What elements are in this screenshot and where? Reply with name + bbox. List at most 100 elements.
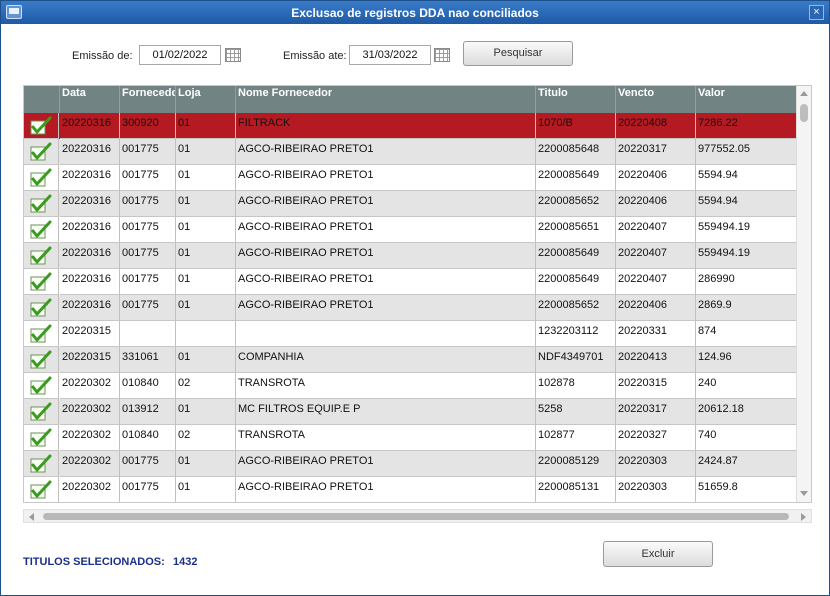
column-header-data[interactable]: Data (60, 86, 120, 113)
cell-fornecedor: 001775 (120, 243, 176, 269)
table-row[interactable]: 20220316 001775 01 AGCO-RIBEIRAO PRETO1 2200… (24, 139, 797, 165)
column-header-titulo[interactable]: Titulo (536, 86, 616, 113)
row-checkbox[interactable] (24, 373, 59, 399)
cell-valor: 874 (696, 321, 797, 347)
row-checkbox[interactable] (24, 295, 59, 321)
cell-fornecedor: 001775 (120, 165, 176, 191)
cell-titulo: 1232203112 (536, 321, 616, 347)
column-header-valor[interactable]: Valor (696, 86, 797, 113)
cell-vencto: 20220406 (616, 165, 696, 191)
table-row[interactable]: 20220316 001775 01 AGCO-RIBEIRAO PRETO1 2200… (24, 269, 797, 295)
scroll-up-icon[interactable] (800, 91, 808, 96)
cell-loja: 01 (176, 113, 236, 139)
cell-titulo: 2200085649 (536, 243, 616, 269)
table-row[interactable]: 20220316 001775 01 AGCO-RIBEIRAO PRETO1 2200… (24, 191, 797, 217)
cell-loja (176, 321, 236, 347)
green-check-icon (30, 272, 52, 291)
horizontal-scroll-thumb[interactable] (43, 513, 789, 520)
table-row[interactable]: 20220302 001775 01 AGCO-RIBEIRAO PRETO1 2200… (24, 477, 797, 502)
table-row[interactable]: 20220316 001775 01 AGCO-RIBEIRAO PRETO1 2200… (24, 217, 797, 243)
delete-button[interactable]: Excluir (603, 541, 713, 567)
cell-nome-fornecedor: COMPANHIA (236, 347, 536, 373)
cell-valor: 124.96 (696, 347, 797, 373)
cell-loja: 01 (176, 243, 236, 269)
column-header-vencto[interactable]: Vencto (616, 86, 696, 113)
cell-titulo: 2200085649 (536, 165, 616, 191)
table-row[interactable]: 20220302 001775 01 AGCO-RIBEIRAO PRETO1 2200… (24, 451, 797, 477)
row-checkbox[interactable] (24, 269, 59, 295)
cell-data: 20220316 (60, 295, 120, 321)
cell-nome-fornecedor: AGCO-RIBEIRAO PRETO1 (236, 295, 536, 321)
row-checkbox[interactable] (24, 243, 59, 269)
row-checkbox[interactable] (24, 477, 59, 502)
table-row[interactable]: 20220302 010840 02 TRANSROTA 102877 20220327 7… (24, 425, 797, 451)
cell-vencto: 20220317 (616, 139, 696, 165)
cell-vencto: 20220303 (616, 477, 696, 502)
cell-data: 20220316 (60, 269, 120, 295)
cell-titulo: 2200085652 (536, 295, 616, 321)
table-row[interactable]: 20220316 001775 01 AGCO-RIBEIRAO PRETO1 2200… (24, 165, 797, 191)
green-check-icon (30, 116, 52, 135)
table-row[interactable]: 20220316 001775 01 AGCO-RIBEIRAO PRETO1 2200… (24, 295, 797, 321)
cell-nome-fornecedor: FILTRACK (236, 113, 536, 139)
row-checkbox[interactable] (24, 425, 59, 451)
header-check-column (24, 86, 60, 113)
table-row[interactable]: 20220302 010840 02 TRANSROTA 102878 20220315 2… (24, 373, 797, 399)
scroll-right-icon[interactable] (801, 513, 806, 521)
title-bar: Exclusao de registros DDA nao conciliado… (1, 1, 829, 24)
selected-titles-label: TITULOS SELECIONADOS: (23, 556, 165, 568)
row-checkbox[interactable] (24, 191, 59, 217)
cell-nome-fornecedor: AGCO-RIBEIRAO PRETO1 (236, 243, 536, 269)
green-check-icon (30, 168, 52, 187)
scroll-down-icon[interactable] (800, 491, 808, 496)
row-checkbox[interactable] (24, 399, 59, 425)
table-row[interactable]: 20220315 1232203112 20220331 874 (24, 321, 797, 347)
emissao-de-field[interactable]: 01/02/2022 (139, 45, 221, 65)
row-checkbox[interactable] (24, 321, 59, 347)
cell-loja: 01 (176, 477, 236, 502)
cell-fornecedor: 001775 (120, 269, 176, 295)
green-check-icon (30, 480, 52, 499)
table-row[interactable]: 20220316 001775 01 AGCO-RIBEIRAO PRETO1 2200… (24, 243, 797, 269)
column-header-fornecedor[interactable]: Fornecedor (120, 86, 176, 113)
cell-titulo: 2200085651 (536, 217, 616, 243)
column-header-loja[interactable]: Loja (176, 86, 236, 113)
calendar-icon[interactable] (225, 48, 241, 62)
green-check-icon (30, 142, 52, 161)
row-checkbox[interactable] (24, 347, 59, 373)
calendar-icon[interactable] (434, 48, 450, 62)
row-checkbox[interactable] (24, 113, 59, 139)
search-button[interactable]: Pesquisar (463, 41, 573, 66)
cell-valor: 5594.94 (696, 191, 797, 217)
row-checkbox[interactable] (24, 217, 59, 243)
cell-data: 20220315 (60, 347, 120, 373)
cell-vencto: 20220407 (616, 269, 696, 295)
cell-vencto: 20220406 (616, 295, 696, 321)
cell-data: 20220316 (60, 191, 120, 217)
cell-nome-fornecedor: TRANSROTA (236, 425, 536, 451)
cell-data: 20220302 (60, 399, 120, 425)
cell-fornecedor: 001775 (120, 451, 176, 477)
horizontal-scrollbar[interactable] (23, 509, 812, 523)
cell-vencto: 20220406 (616, 191, 696, 217)
cell-vencto: 20220407 (616, 217, 696, 243)
cell-valor: 5594.94 (696, 165, 797, 191)
cell-data: 20220316 (60, 139, 120, 165)
cell-data: 20220316 (60, 217, 120, 243)
row-checkbox[interactable] (24, 451, 59, 477)
vertical-scrollbar[interactable] (796, 86, 811, 502)
scroll-left-icon[interactable] (29, 513, 34, 521)
row-checkbox[interactable] (24, 165, 59, 191)
row-checkbox[interactable] (24, 139, 59, 165)
vertical-scroll-thumb[interactable] (800, 104, 808, 122)
emissao-ate-field[interactable]: 31/03/2022 (349, 45, 431, 65)
column-header-nome-fornecedor[interactable]: Nome Fornecedor (236, 86, 536, 113)
cell-vencto: 20220413 (616, 347, 696, 373)
table-row[interactable]: 20220302 013912 01 MC FILTROS EQUIP.E P 5258… (24, 399, 797, 425)
close-icon[interactable]: × (809, 5, 824, 20)
cell-loja: 01 (176, 139, 236, 165)
table-row[interactable]: 20220315 331061 01 COMPANHIA NDF4349701 20220… (24, 347, 797, 373)
table-row[interactable]: 20220316 300920 01 FILTRACK 1070/B 20220408 72… (24, 113, 797, 139)
cell-fornecedor: 331061 (120, 347, 176, 373)
records-grid: Data Fornecedor Loja Nome Fornecedor Tit… (23, 85, 812, 503)
